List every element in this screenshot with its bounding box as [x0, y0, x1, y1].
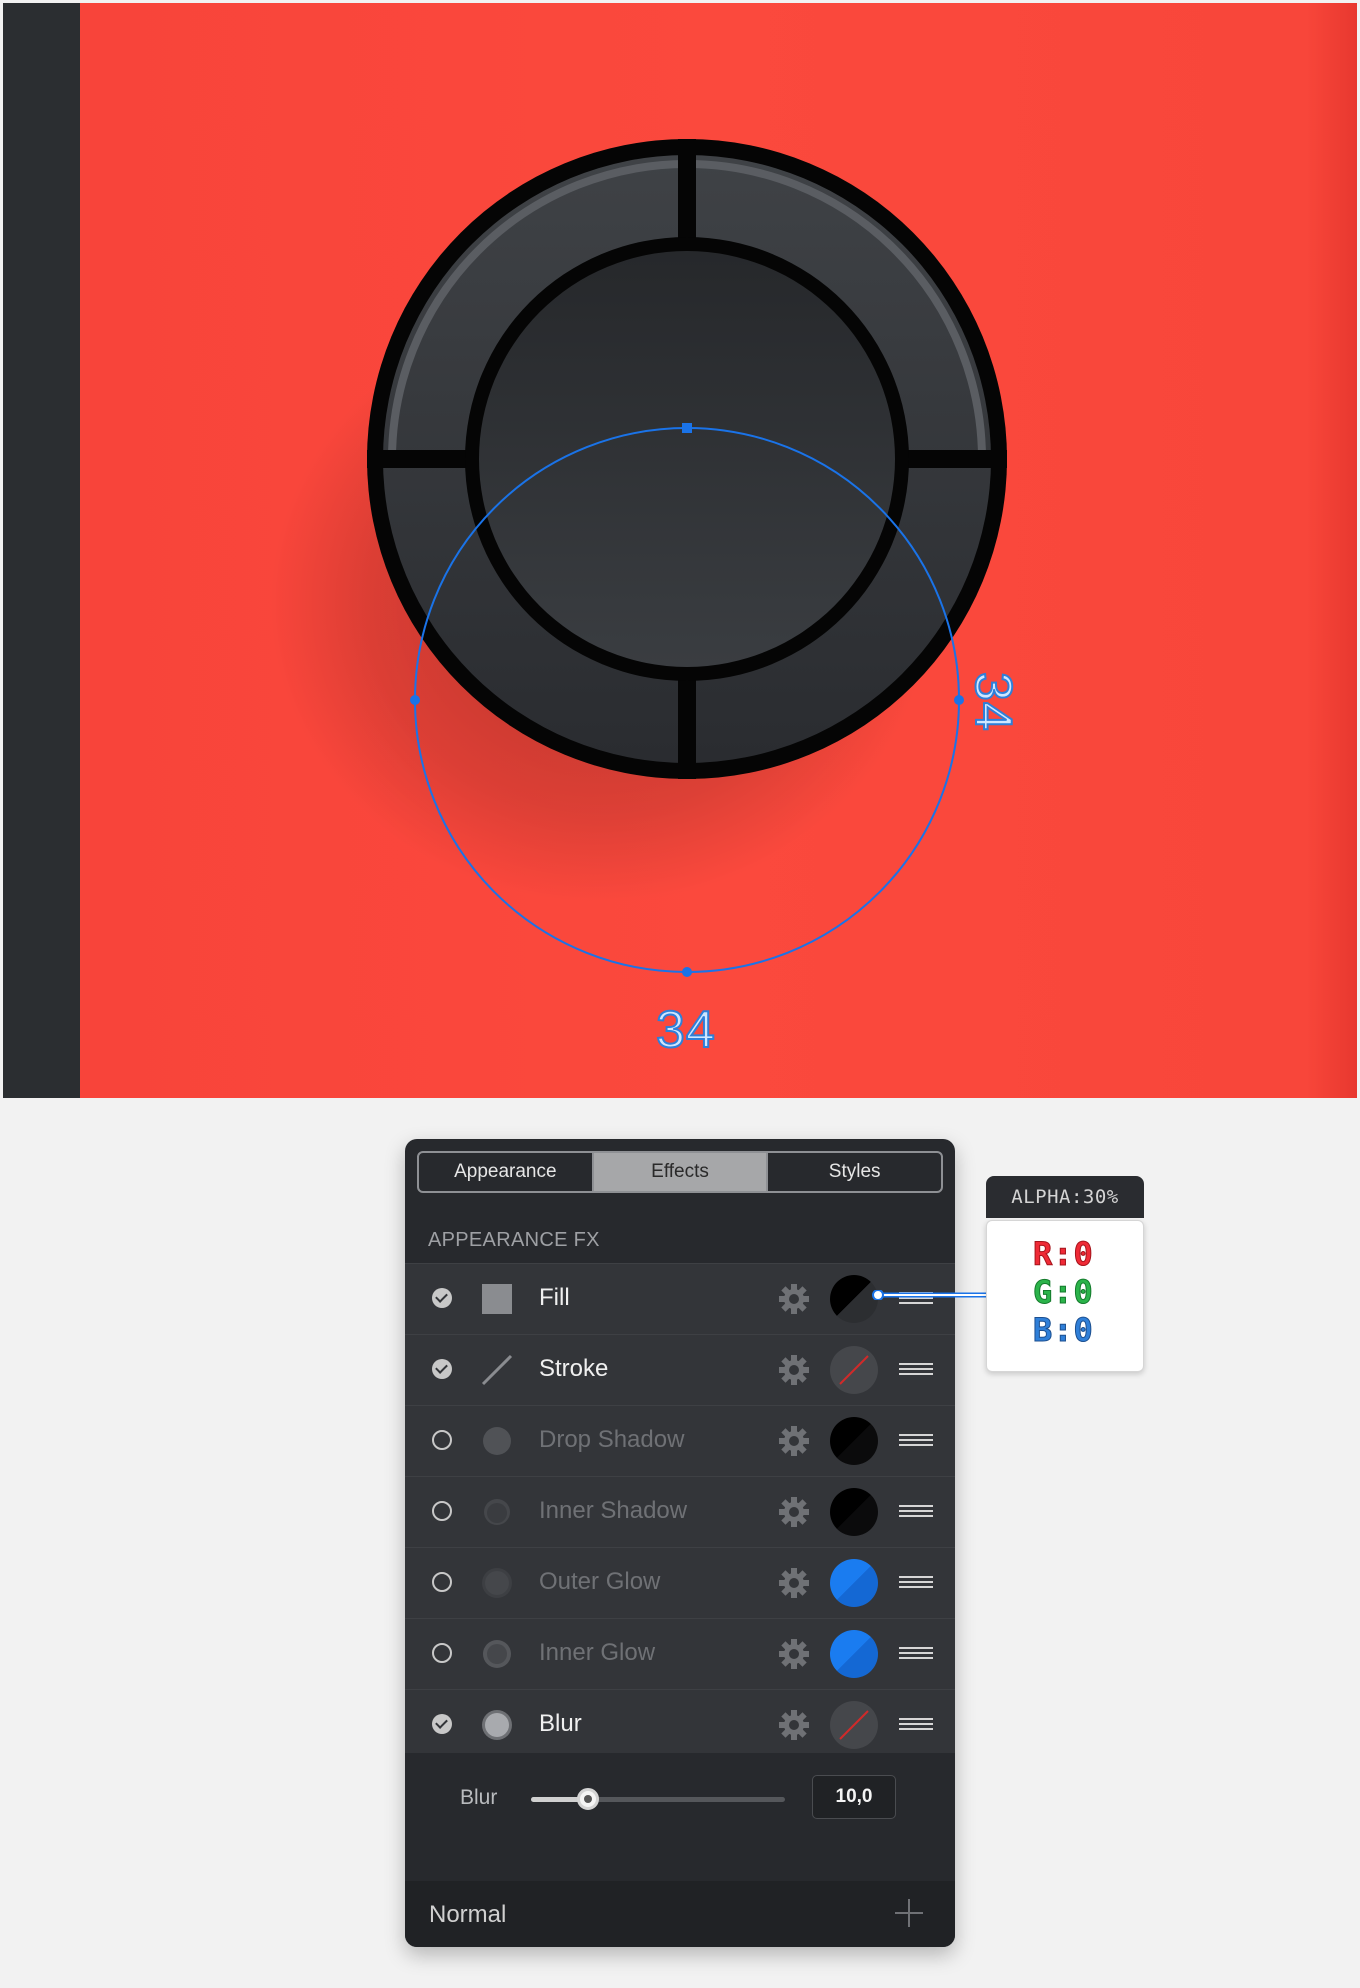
- effect-label: Blur: [539, 1710, 582, 1737]
- panel-tabs: Appearance Effects Styles: [417, 1151, 943, 1193]
- rgb-green-value: G:0: [1033, 1273, 1094, 1312]
- tab-styles[interactable]: Styles: [768, 1153, 941, 1191]
- drop-shadow-icon: [483, 1427, 511, 1455]
- stroke-line-icon: [481, 1354, 513, 1386]
- alpha-label: ALPHA:30%: [986, 1176, 1144, 1218]
- color-swatch[interactable]: [830, 1701, 878, 1749]
- callout-connector: [872, 1290, 988, 1300]
- divider-bottom: [678, 669, 696, 779]
- outer-glow-icon: [482, 1568, 512, 1598]
- color-swatch[interactable]: [830, 1559, 878, 1607]
- drag-handle-icon[interactable]: [899, 1505, 933, 1519]
- inner-glow-icon: [483, 1640, 511, 1668]
- effect-toggle-checkbox[interactable]: [432, 1643, 452, 1663]
- blur-icon: [482, 1710, 512, 1740]
- effect-label: Outer Glow: [539, 1568, 661, 1595]
- dark-side-strip: [3, 3, 80, 1098]
- drag-handle-icon[interactable]: [899, 1363, 933, 1377]
- divider-left: [367, 450, 477, 468]
- gear-icon[interactable]: [777, 1566, 811, 1600]
- rgb-blue-value: B:0: [1033, 1311, 1094, 1350]
- tab-effects[interactable]: Effects: [593, 1153, 769, 1191]
- square-fill-icon: [482, 1284, 512, 1314]
- color-swatch[interactable]: [830, 1417, 878, 1465]
- appearance-panel: Appearance Effects Styles APPEARANCE FX …: [405, 1139, 955, 1947]
- effect-toggle-checkbox[interactable]: [432, 1501, 452, 1521]
- divider-right: [897, 450, 1007, 468]
- effect-label: Inner Shadow: [539, 1497, 688, 1524]
- effect-label: Fill: [539, 1284, 570, 1311]
- blend-mode-bar: Normal: [405, 1881, 955, 1947]
- color-swatch[interactable]: [830, 1346, 878, 1394]
- effect-toggle-checkbox[interactable]: [432, 1572, 452, 1592]
- effect-label: Drop Shadow: [539, 1426, 685, 1453]
- blur-value-field[interactable]: 10,0: [812, 1775, 896, 1819]
- section-title: APPEARANCE FX: [428, 1229, 600, 1251]
- effect-toggle-checkbox[interactable]: [432, 1288, 452, 1308]
- tab-appearance[interactable]: Appearance: [419, 1153, 594, 1191]
- gear-icon[interactable]: [777, 1495, 811, 1529]
- gear-icon[interactable]: [777, 1708, 811, 1742]
- color-swatch[interactable]: [830, 1630, 878, 1678]
- red-artboard[interactable]: [80, 3, 1357, 1098]
- effects-list: Fill Stroke Drop Shadow Inner Shadow Out…: [405, 1263, 955, 1760]
- blur-setting-label: Blur: [460, 1786, 498, 1809]
- effect-label: Stroke: [539, 1355, 609, 1382]
- anchor-top: [682, 423, 692, 433]
- effect-toggle-checkbox[interactable]: [432, 1430, 452, 1450]
- blur-slider-knob[interactable]: [577, 1788, 599, 1810]
- gear-icon[interactable]: [777, 1353, 811, 1387]
- dimension-label-width: 34: [655, 1000, 716, 1060]
- drag-handle-icon[interactable]: [899, 1647, 933, 1661]
- blur-settings: Blur 10,0: [405, 1753, 955, 1841]
- effect-row-inner-shadow[interactable]: Inner Shadow: [405, 1476, 955, 1548]
- dimension-label-height: 34: [963, 671, 1023, 733]
- gear-icon[interactable]: [777, 1282, 811, 1316]
- effect-row-outer-glow[interactable]: Outer Glow: [405, 1547, 955, 1619]
- drag-handle-icon[interactable]: [899, 1434, 933, 1448]
- divider-top: [678, 139, 696, 249]
- effect-row-inner-glow[interactable]: Inner Glow: [405, 1618, 955, 1690]
- effect-row-stroke[interactable]: Stroke: [405, 1334, 955, 1406]
- effect-row-blur[interactable]: Blur: [405, 1689, 955, 1760]
- gear-icon[interactable]: [777, 1424, 811, 1458]
- knob-illustration: [270, 139, 1007, 977]
- effect-toggle-checkbox[interactable]: [432, 1359, 452, 1379]
- effect-toggle-checkbox[interactable]: [432, 1714, 452, 1734]
- effect-label: Inner Glow: [539, 1639, 656, 1666]
- rgb-red-value: R:0: [1033, 1235, 1094, 1274]
- drag-handle-icon[interactable]: [899, 1718, 933, 1732]
- plus-icon[interactable]: [893, 1897, 925, 1929]
- color-swatch[interactable]: [830, 1488, 878, 1536]
- gear-icon[interactable]: [777, 1637, 811, 1671]
- anchor-left: [410, 695, 420, 705]
- inner-shadow-icon: [484, 1499, 510, 1525]
- blend-mode-select[interactable]: Normal: [429, 1901, 506, 1929]
- drag-handle-icon[interactable]: [899, 1576, 933, 1590]
- effect-row-drop-shadow[interactable]: Drop Shadow: [405, 1405, 955, 1477]
- rgb-callout-card: R:0 G:0 B:0: [986, 1220, 1144, 1372]
- artboard-canvas: 34 34: [0, 0, 1360, 1098]
- color-swatch[interactable]: [830, 1275, 878, 1323]
- anchor-bottom: [682, 967, 692, 977]
- knob-inner-disc: [479, 251, 895, 667]
